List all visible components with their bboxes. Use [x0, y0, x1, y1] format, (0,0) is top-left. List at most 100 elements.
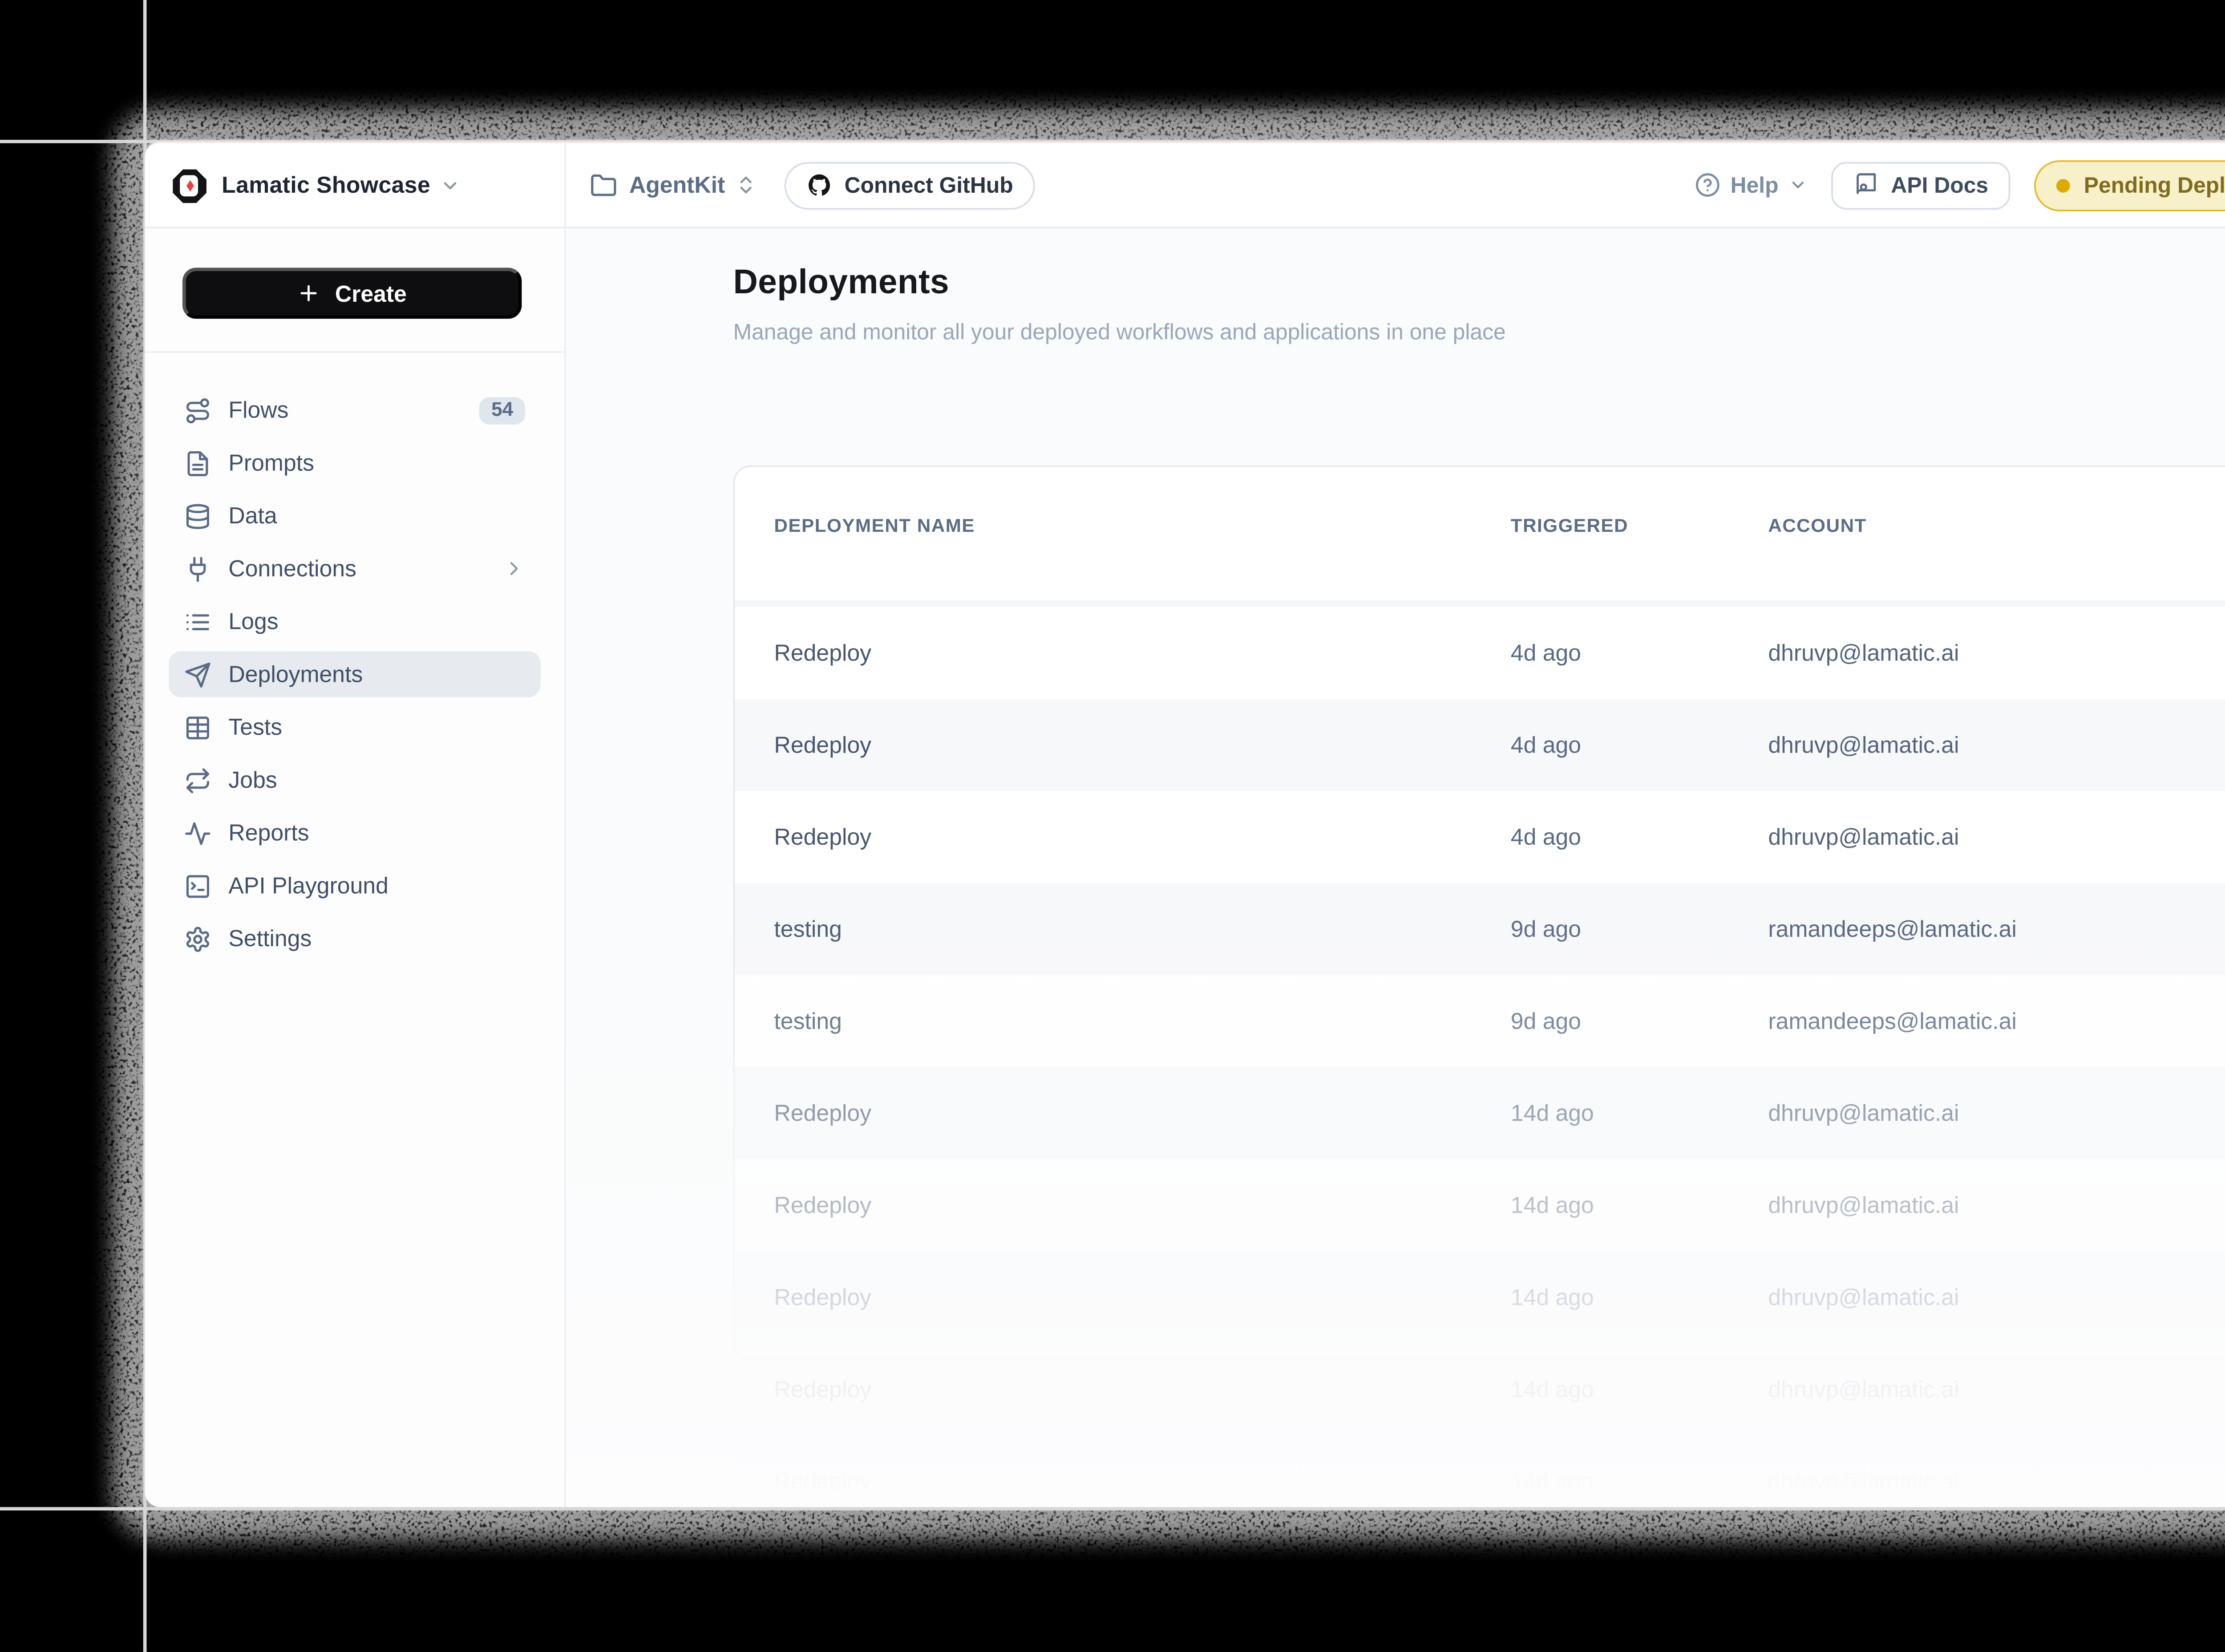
folder-icon	[590, 171, 617, 198]
api-icon	[184, 872, 211, 899]
account-cell: dhruvp@lamatic.ai	[1768, 824, 1959, 850]
connect-github-label: Connect GitHub	[845, 172, 1013, 198]
table-row[interactable]: Redeploy14d agodhruvp@lamatic.ai15s	[735, 1159, 2225, 1251]
table-header-divider	[735, 600, 2225, 607]
table-row[interactable]: Redeploy14d agodhruvp@lamatic.ai15s	[735, 1251, 2225, 1344]
sidebar-divider	[145, 351, 565, 353]
table-row[interactable]: Redeploy4d agodhruvp@lamatic.ai13s	[735, 699, 2225, 791]
pending-deployments-pill[interactable]: Pending Deployments Deploy	[2035, 159, 2225, 211]
chevron-down-icon	[441, 175, 461, 195]
table-row[interactable]: testing9d agoramandeeps@lamatic.ai17s	[735, 975, 2225, 1067]
table-row[interactable]: Redeploy14d agodhruvp@lamatic.ai20s	[735, 1344, 2225, 1436]
sidebar-item-label: Data	[228, 503, 277, 528]
triggered-cell: 4d ago	[1511, 824, 1581, 850]
sidebar-nav: Flows 54 Prompts Data Connections Logs Deploym…	[169, 387, 540, 962]
triggered-cell: 14d ago	[1511, 1101, 1594, 1126]
github-icon	[807, 172, 832, 198]
page-title: Deployments	[733, 264, 949, 304]
deployment-name-cell: Redeploy	[774, 1377, 872, 1402]
plus-icon	[298, 281, 322, 305]
sidebar-item-api-playground[interactable]: API Playground	[169, 862, 540, 908]
sidebar-item-label: Flows	[228, 397, 288, 423]
column-header-account: ACCOUNT	[1768, 517, 1866, 537]
table-header: DEPLOYMENT NAME TRIGGERED ACCOUNT STATUS…	[735, 467, 2225, 600]
project-selector[interactable]: AgentKit	[590, 171, 757, 198]
chevron-right-icon	[503, 558, 525, 580]
main-panel: Deployments Manage and monitor all your …	[566, 228, 2225, 1507]
table-row[interactable]: Redeploy4d agodhruvp@lamatic.ai17s	[735, 791, 2225, 883]
count-badge: 54	[479, 397, 525, 424]
deployment-name-cell: Redeploy	[774, 1193, 872, 1218]
sidebar-item-label: Deployments	[228, 661, 363, 687]
sidebar-item-reports[interactable]: Reports	[169, 810, 540, 856]
chevrons-up-down-icon	[735, 174, 757, 196]
sidebar-item-label: Jobs	[228, 767, 277, 793]
api-docs-button[interactable]: API Docs	[1831, 161, 2011, 209]
deployment-name-cell: Redeploy	[774, 732, 872, 757]
table-row[interactable]: testing9d agoramandeeps@lamatic.ai23s	[735, 883, 2225, 975]
help-menu[interactable]: Help	[1695, 172, 1808, 198]
topbar-right: Help API Docs Pending Deployments	[1695, 159, 2225, 211]
sidebar-item-logs[interactable]: Logs	[169, 599, 540, 644]
create-button[interactable]: Create	[182, 267, 522, 319]
triggered-cell: 4d ago	[1511, 732, 1581, 757]
lamatic-logo-icon	[170, 166, 208, 203]
topbar: Lamatic Showcase AgentKit	[145, 143, 2225, 229]
sidebar-item-label: Connections	[228, 556, 356, 581]
triggered-cell: 9d ago	[1511, 1008, 1581, 1034]
account-cell: dhruvp@lamatic.ai	[1768, 1101, 1959, 1126]
connect-github-button[interactable]: Connect GitHub	[785, 161, 1035, 209]
sidebar-item-label: API Playground	[228, 873, 388, 898]
deployment-name-cell: Redeploy	[774, 1101, 872, 1126]
api-docs-icon	[1853, 172, 1879, 198]
reports-icon	[184, 819, 211, 846]
pending-deployments-label: Pending Deployments	[2084, 172, 2225, 198]
deployment-name-cell: Redeploy	[774, 1469, 872, 1494]
account-cell: ramandeeps@lamatic.ai	[1768, 916, 2017, 942]
table-row[interactable]: Redeploy14d agodhruvp@lamatic.ai17s	[735, 1435, 2225, 1507]
help-label: Help	[1731, 172, 1779, 198]
sidebar-item-settings[interactable]: Settings	[169, 915, 540, 961]
workspace-switcher[interactable]: Lamatic Showcase	[145, 143, 566, 227]
sidebar-item-data[interactable]: Data	[169, 493, 540, 539]
table-row[interactable]: Redeploy4d agodhruvp@lamatic.ai16s	[735, 607, 2225, 699]
help-circle-icon	[1695, 172, 1720, 198]
account-cell: dhruvp@lamatic.ai	[1768, 1377, 1959, 1402]
sidebar-item-jobs[interactable]: Jobs	[169, 757, 540, 803]
sidebar-item-connections[interactable]: Connections	[169, 546, 540, 591]
account-cell: dhruvp@lamatic.ai	[1768, 1469, 1959, 1494]
account-cell: dhruvp@lamatic.ai	[1768, 1193, 1959, 1218]
account-cell: dhruvp@lamatic.ai	[1768, 732, 1959, 757]
pending-dot-icon	[2056, 178, 2070, 192]
workspace-name: Lamatic Showcase	[222, 172, 430, 198]
sidebar-item-label: Logs	[228, 609, 278, 634]
account-cell: ramandeeps@lamatic.ai	[1768, 1008, 2017, 1034]
deployments-table-card: DEPLOYMENT NAME TRIGGERED ACCOUNT STATUS…	[733, 466, 2225, 1360]
deployments-icon	[184, 660, 211, 688]
triggered-cell: 14d ago	[1511, 1377, 1594, 1402]
account-cell: dhruvp@lamatic.ai	[1768, 640, 1959, 665]
sidebar-item-label: Tests	[228, 714, 282, 740]
table-rows: Redeploy4d agodhruvp@lamatic.ai16sRedepl…	[735, 607, 2225, 1359]
jobs-icon	[184, 766, 211, 794]
page-subtitle: Manage and monitor all your deployed wor…	[733, 319, 1506, 344]
connections-icon	[184, 555, 211, 582]
deployment-name-cell: testing	[774, 916, 842, 942]
guide-line-bottom	[0, 1507, 2225, 1510]
logs-icon	[184, 608, 211, 635]
deployment-name-cell: Redeploy	[774, 640, 872, 665]
table-row[interactable]: Redeploy14d agodhruvp@lamatic.ai14s	[735, 1067, 2225, 1159]
deployment-name-cell: Redeploy	[774, 1284, 872, 1310]
triggered-cell: 9d ago	[1511, 916, 1581, 942]
account-cell: dhruvp@lamatic.ai	[1768, 1284, 1959, 1310]
data-icon	[184, 502, 211, 529]
sidebar-item-flows[interactable]: Flows 54	[169, 387, 540, 433]
triggered-cell: 14d ago	[1511, 1193, 1594, 1218]
api-docs-label: API Docs	[1891, 172, 1988, 198]
sidebar-item-label: Reports	[228, 820, 309, 846]
sidebar-item-tests[interactable]: Tests	[169, 704, 540, 750]
sidebar-item-prompts[interactable]: Prompts	[169, 440, 540, 486]
tests-icon	[184, 713, 211, 741]
chevron-down-icon	[1789, 176, 1808, 194]
sidebar-item-deployments[interactable]: Deployments	[169, 651, 540, 697]
